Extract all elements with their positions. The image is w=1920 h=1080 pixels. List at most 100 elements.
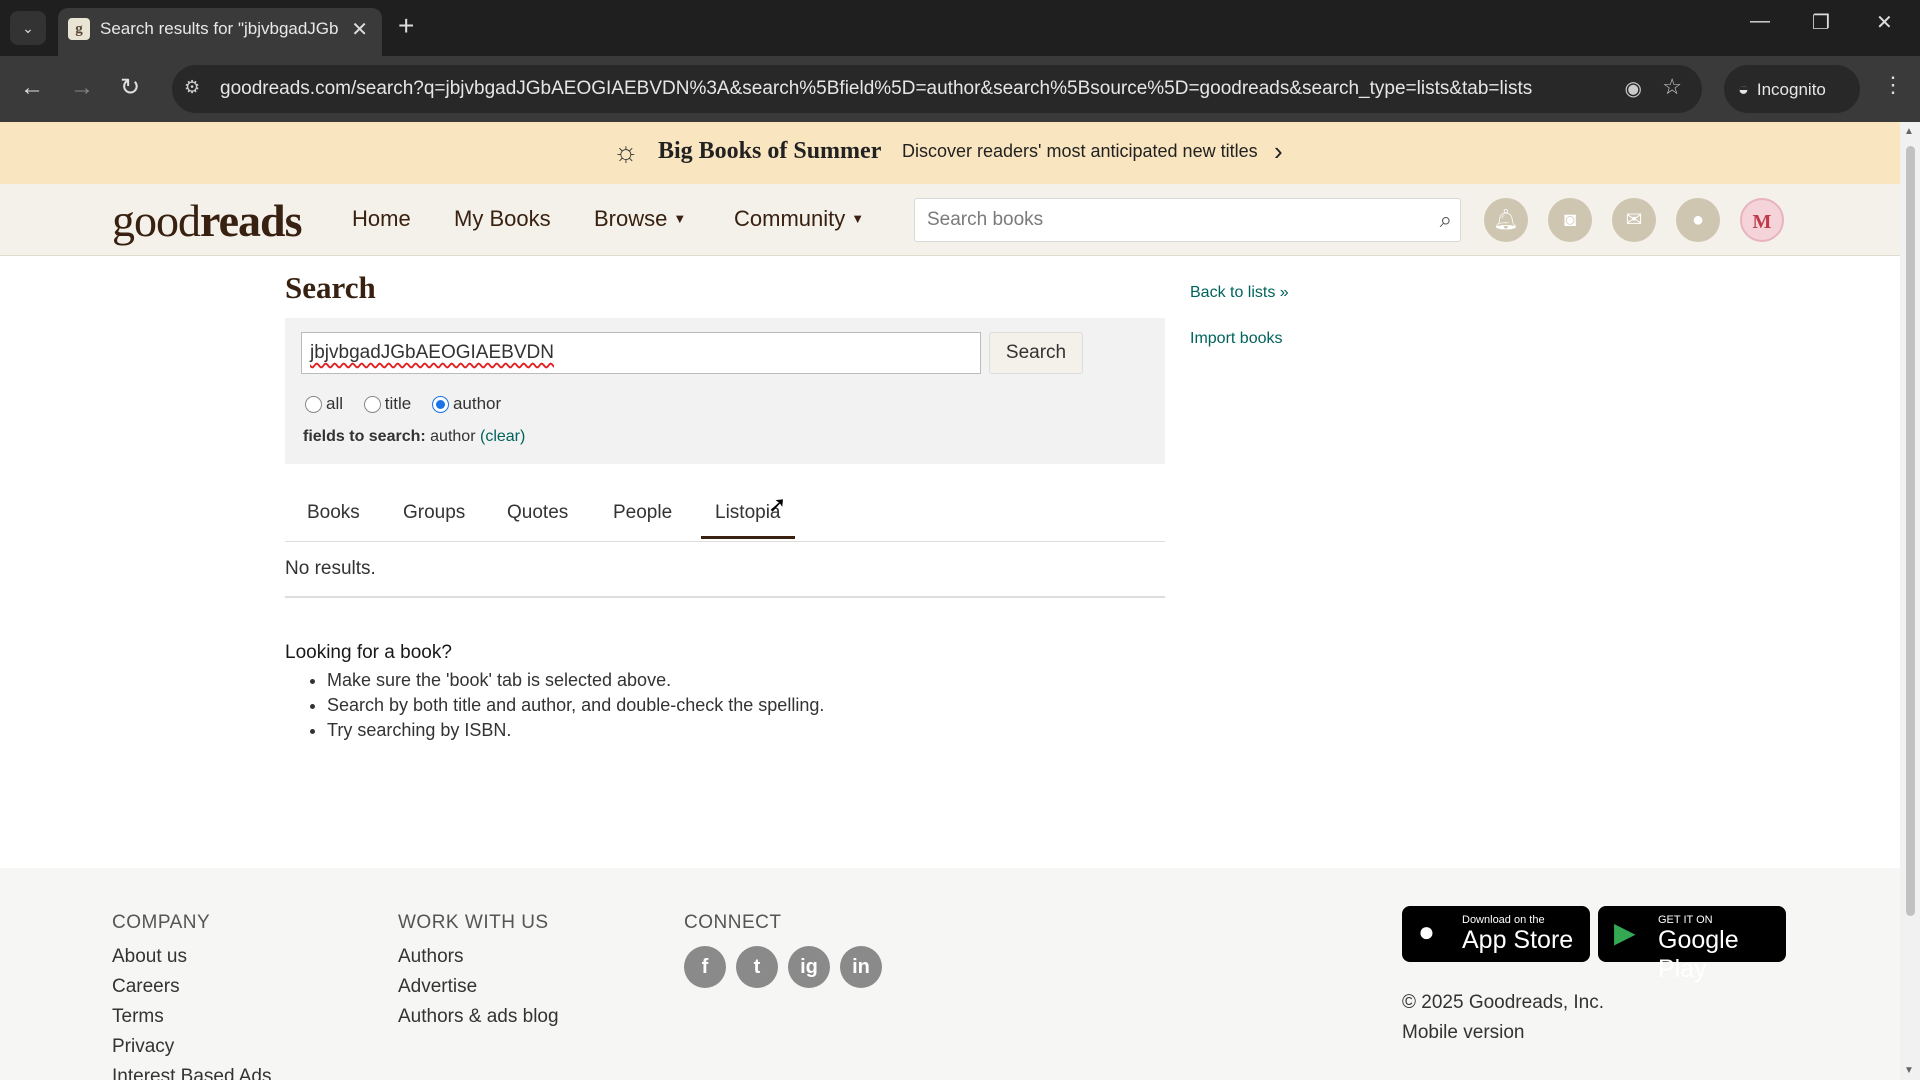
mobile-version-link[interactable]: Mobile version [1402, 1022, 1525, 1044]
goodreads-favicon-icon: g [68, 18, 90, 40]
import-books-link[interactable]: Import books [1190, 330, 1289, 348]
search-form: jbjvbgadJGbAEOGIAEBVDN Search all title … [285, 318, 1165, 464]
radio-title-label[interactable]: title [385, 394, 411, 413]
scroll-down-icon[interactable]: ▼ [1904, 1065, 1914, 1076]
footer-link-terms[interactable]: Terms [112, 1006, 272, 1028]
nav-browse-label: Browse [594, 206, 668, 231]
avatar[interactable]: M [1740, 198, 1784, 242]
browser-tab-bar: ⌄ g Search results for "jbjvbgadJGb ✕ + … [0, 0, 1920, 56]
header-search: ⌕ [914, 198, 1461, 242]
footer-link-authors[interactable]: Authors [398, 946, 559, 968]
no-results-text: No results. [285, 558, 376, 579]
radio-all-label[interactable]: all [326, 394, 343, 413]
nav-browse[interactable]: Browse ▼ [594, 206, 686, 232]
browser-menu-icon[interactable]: ⋮ [1882, 72, 1904, 98]
footer-connect: CONNECT f t ig in [684, 912, 892, 988]
chevron-right-icon[interactable]: › [1274, 136, 1283, 167]
results-divider [285, 596, 1165, 598]
fields-label: fields to search: [303, 428, 426, 445]
scroll-up-icon[interactable]: ▲ [1904, 126, 1914, 137]
discussions-chat-icon[interactable]: ◙ [1548, 198, 1592, 242]
site-footer: COMPANY About us Careers Terms Privacy I… [0, 868, 1900, 1080]
bookmark-star-icon[interactable]: ☆ [1662, 74, 1682, 100]
goodreads-logo[interactable]: goodreads [112, 194, 302, 247]
radio-author-label[interactable]: author [453, 394, 501, 413]
footer-work-heading: WORK WITH US [398, 912, 549, 933]
messages-envelope-icon[interactable]: ✉ [1612, 198, 1656, 242]
url-text[interactable]: goodreads.com/search?q=jbjvbgadJGbAEOGIA… [220, 78, 1580, 100]
window-close-icon[interactable]: ✕ [1876, 10, 1893, 35]
app-store-large: App Store [1462, 926, 1574, 954]
nav-my-books[interactable]: My Books [454, 206, 551, 232]
facebook-icon[interactable]: f [684, 946, 726, 988]
footer-link-advertise[interactable]: Advertise [398, 976, 559, 998]
app-store-badge[interactable]: ● Download on the App Store [1402, 906, 1590, 962]
incognito-label: Incognito [1756, 80, 1826, 99]
tab-groups[interactable]: Groups [403, 502, 465, 524]
address-bar[interactable]: ⚙ goodreads.com/search?q=jbjvbgadJGbAEOG… [172, 65, 1702, 113]
clear-link[interactable]: (clear) [480, 428, 525, 445]
nav-community-label: Community [734, 206, 846, 231]
result-tabs: Books Groups Quotes People Listopia [285, 490, 1165, 542]
tips-heading: Looking for a book? [285, 642, 452, 663]
banner-subtitle[interactable]: Discover readers' most anticipated new t… [902, 141, 1258, 162]
tracking-eye-slash-icon[interactable]: ◉ [1625, 76, 1642, 101]
radio-author[interactable] [431, 396, 449, 413]
google-play-small: GET IT ON [1658, 914, 1713, 926]
app-store-small: Download on the [1462, 914, 1545, 926]
back-to-lists-link[interactable]: Back to lists » [1190, 284, 1289, 302]
incognito-badge[interactable]: ◒ Incognito [1724, 65, 1860, 113]
fields-value: author [430, 428, 476, 445]
incognito-icon: ◒ [1738, 79, 1749, 99]
linkedin-icon[interactable]: in [840, 946, 882, 988]
footer-company-heading: COMPANY [112, 912, 211, 933]
footer-link-interest-ads[interactable]: Interest Based Ads [112, 1066, 272, 1080]
radio-all[interactable] [305, 396, 322, 413]
reload-icon[interactable]: ↻ [120, 75, 140, 101]
new-tab-plus-icon[interactable]: + [398, 11, 414, 41]
page-scrollbar[interactable]: ▲ ▼ [1900, 122, 1920, 1080]
logo-light: good [112, 195, 201, 246]
back-arrow-icon[interactable]: ← [20, 75, 44, 101]
google-play-large: Google Play [1658, 926, 1739, 983]
twitter-icon[interactable]: t [736, 946, 778, 988]
footer-link-careers[interactable]: Careers [112, 976, 272, 998]
list-item: Search by both title and author, and dou… [327, 693, 824, 718]
promo-banner[interactable]: ☼ Big Books of Summer Discover readers' … [0, 122, 1900, 184]
caret-down-icon: ▼ [673, 211, 687, 226]
tab-title: Search results for "jbjvbgadJGb [100, 19, 339, 38]
sun-books-icon: ☼ [613, 136, 639, 167]
fields-to-search: fields to search: author (clear) [303, 428, 525, 446]
nav-community[interactable]: Community ▼ [734, 206, 864, 232]
footer-link-about[interactable]: About us [112, 946, 272, 968]
instagram-icon[interactable]: ig [788, 946, 830, 988]
friends-person-icon[interactable]: ● [1676, 198, 1720, 242]
radio-title[interactable] [363, 396, 381, 413]
footer-connect-heading: CONNECT [684, 912, 782, 933]
forward-arrow-icon[interactable]: → [70, 75, 94, 101]
list-item: Make sure the 'book' tab is selected abo… [327, 668, 824, 693]
search-icon[interactable]: ⌕ [1440, 207, 1452, 233]
nav-home[interactable]: Home [352, 206, 411, 232]
scrollbar-thumb[interactable] [1906, 146, 1915, 916]
google-play-badge[interactable]: ▶ GET IT ON Google Play [1598, 906, 1786, 983]
search-field-radios: all title author [305, 394, 517, 414]
header-search-input[interactable] [915, 199, 1415, 241]
search-button[interactable]: Search [989, 332, 1083, 374]
tab-books[interactable]: Books [307, 502, 360, 524]
browser-tab-active[interactable]: g Search results for "jbjvbgadJGb ✕ [58, 8, 382, 56]
tab-list-chevron-icon[interactable]: ⌄ [10, 11, 46, 45]
minimize-icon[interactable]: — [1750, 10, 1770, 33]
tab-quotes[interactable]: Quotes [507, 502, 568, 524]
footer-link-privacy[interactable]: Privacy [112, 1036, 272, 1058]
search-query-input[interactable]: jbjvbgadJGbAEOGIAEBVDN [301, 332, 981, 374]
site-settings-icon[interactable]: ⚙ [184, 77, 200, 98]
mouse-cursor-icon: ➚ [768, 492, 787, 517]
tab-people[interactable]: People [613, 502, 672, 524]
footer-link-ads-blog[interactable]: Authors & ads blog [398, 1006, 559, 1028]
banner-title[interactable]: Big Books of Summer [658, 138, 881, 165]
notifications-bell-icon[interactable]: 🔔︎ [1484, 198, 1528, 242]
tab-close-icon[interactable]: ✕ [351, 17, 368, 42]
restore-icon[interactable]: ❐ [1812, 10, 1830, 35]
google-play-icon: ▶ [1614, 917, 1636, 948]
